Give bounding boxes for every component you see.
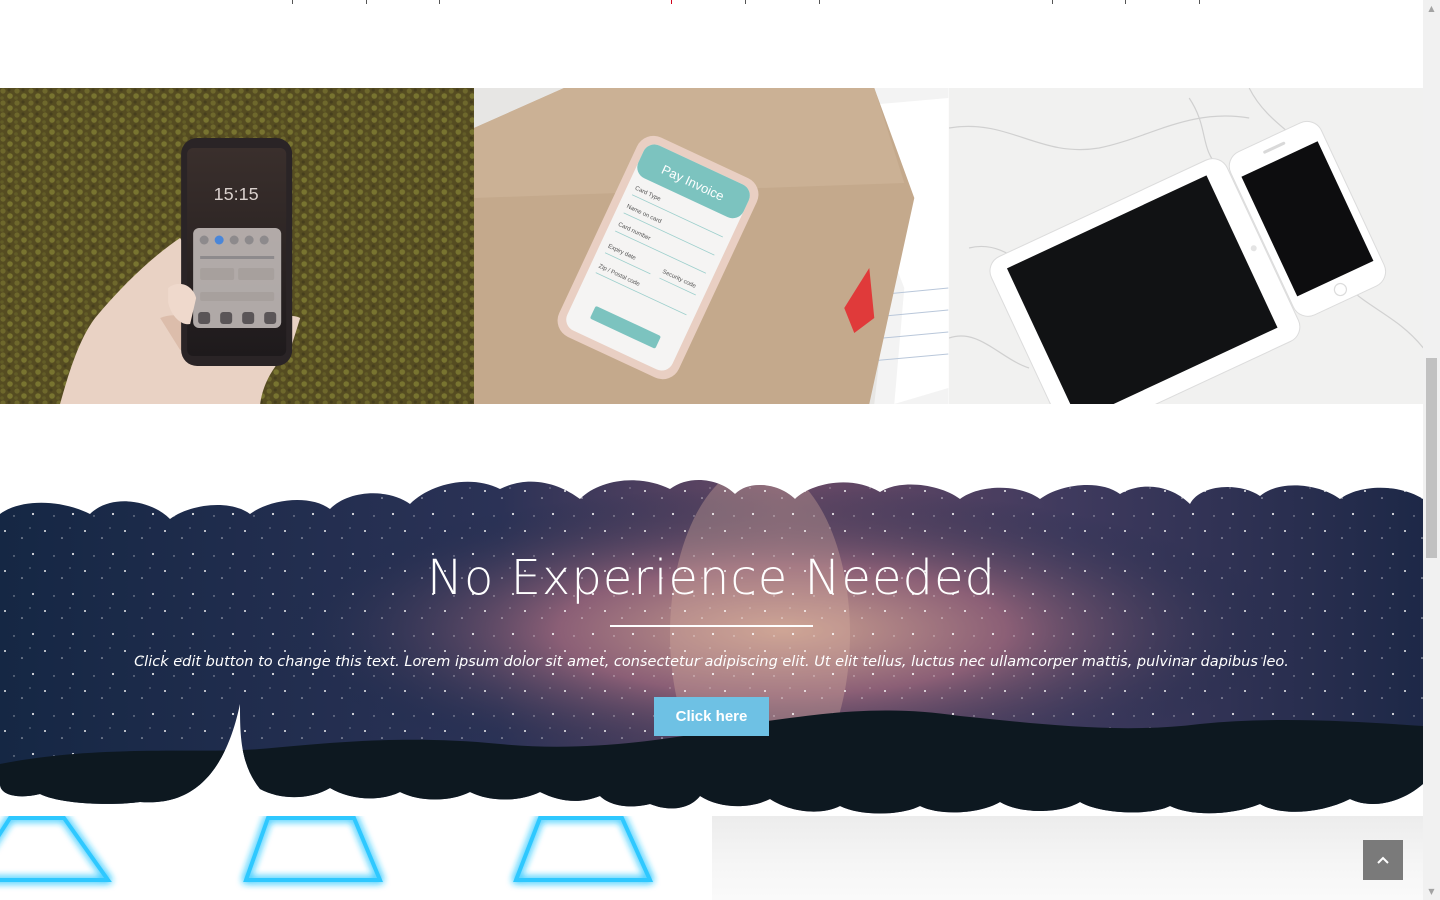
page: 15:15 Pay Invoice Card Type Name on card… bbox=[0, 0, 1423, 900]
image-section-right bbox=[712, 816, 1423, 900]
image-gallery: 15:15 Pay Invoice Card Type Name on card… bbox=[0, 88, 1423, 404]
back-to-top-button[interactable] bbox=[1363, 840, 1403, 880]
separator bbox=[439, 0, 440, 4]
neon-triangles-graphic bbox=[0, 816, 654, 882]
neon-triangle-icon bbox=[0, 816, 112, 882]
separator bbox=[745, 0, 746, 4]
phone-clock: 15:15 bbox=[214, 184, 259, 204]
night-sky-cloud-mask bbox=[0, 479, 1423, 814]
previous-section-tail bbox=[0, 0, 1423, 88]
scroll-up-arrow[interactable]: ▲ bbox=[1423, 0, 1440, 17]
cta-section: No Experience Needed Click edit button t… bbox=[0, 404, 1423, 816]
vertical-scrollbar[interactable]: ▲ ▼ bbox=[1423, 0, 1440, 900]
title-underline bbox=[610, 625, 813, 627]
scrollbar-thumb[interactable] bbox=[1426, 358, 1437, 558]
viewport: 15:15 Pay Invoice Card Type Name on card… bbox=[0, 0, 1440, 900]
gallery-image-pay-invoice[interactable]: Pay Invoice Card Type Name on card Card … bbox=[474, 88, 949, 404]
separator bbox=[366, 0, 367, 4]
separator bbox=[1052, 0, 1053, 4]
neon-triangles-section bbox=[0, 816, 712, 900]
separator bbox=[292, 0, 293, 4]
cta-title: No Experience Needed bbox=[427, 550, 996, 606]
separator bbox=[819, 0, 820, 4]
click-here-button[interactable]: Click here bbox=[654, 697, 769, 736]
chevron-up-icon bbox=[1377, 856, 1389, 864]
gallery-image-tablet-and-phone[interactable] bbox=[948, 88, 1423, 404]
gallery-image-phone-in-hand[interactable]: 15:15 bbox=[0, 88, 475, 404]
separator bbox=[1125, 0, 1126, 4]
separator bbox=[1199, 0, 1200, 4]
scroll-down-arrow[interactable]: ▼ bbox=[1423, 883, 1440, 900]
neon-triangle-icon bbox=[243, 816, 384, 882]
neon-triangle-icon bbox=[513, 816, 654, 882]
cta-description: Click edit button to change this text. L… bbox=[134, 654, 1289, 670]
separator bbox=[671, 0, 672, 4]
